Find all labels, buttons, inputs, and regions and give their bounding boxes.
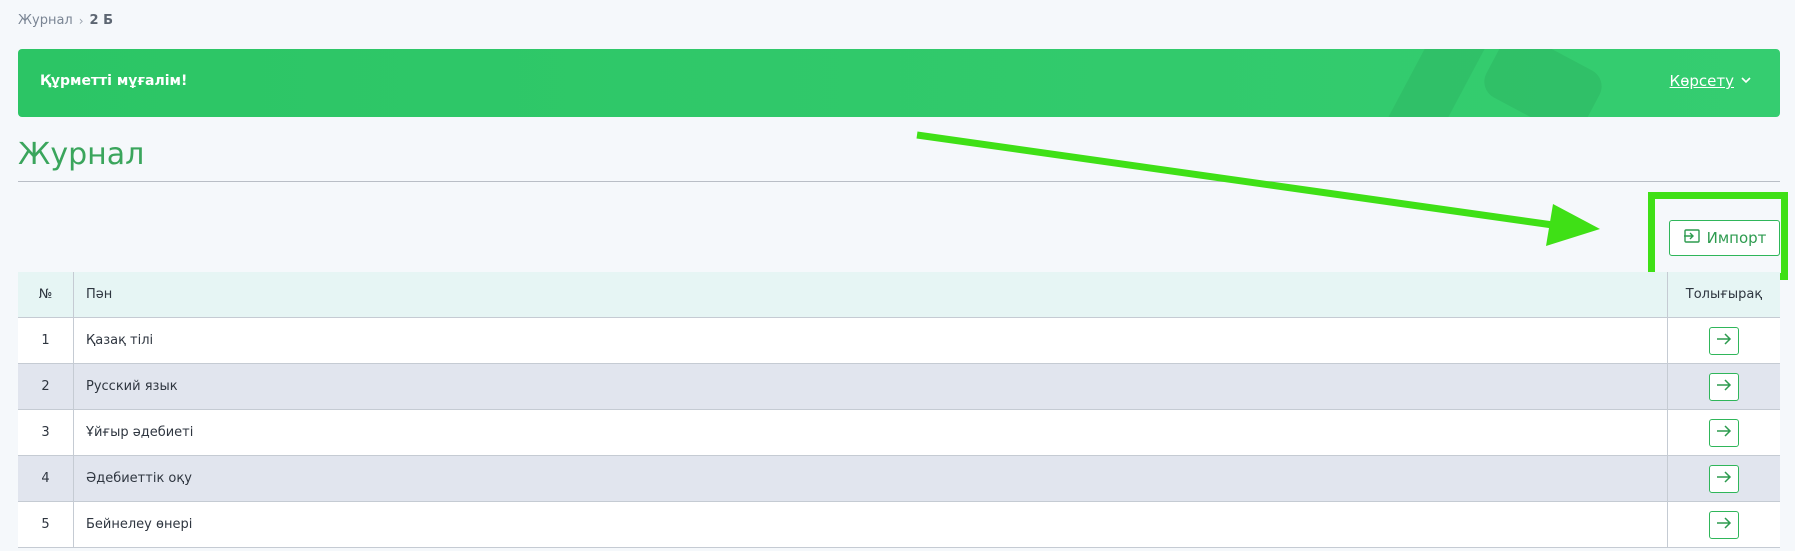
row-number: 5 bbox=[18, 501, 74, 548]
column-header-number: № bbox=[18, 272, 74, 318]
breadcrumb-root-link[interactable]: Журнал bbox=[18, 13, 73, 28]
table-row: 4 Әдебиеттік оқу bbox=[18, 455, 1780, 502]
row-number: 1 bbox=[18, 317, 74, 364]
chevron-down-icon bbox=[1740, 72, 1752, 90]
banner-title: Құрметті мұғалім! bbox=[40, 73, 188, 89]
title-divider bbox=[18, 181, 1780, 182]
breadcrumb-separator-icon: › bbox=[78, 13, 84, 28]
journal-table: № Пән Толығырақ 1 Қазақ тілі 2 Русский я… bbox=[18, 272, 1780, 548]
page-title: Журнал bbox=[18, 137, 145, 172]
notice-banner: Құрметті мұғалім! Көрсету bbox=[18, 49, 1780, 117]
breadcrumb-current: 2 Б bbox=[89, 13, 114, 28]
banner-show-toggle[interactable]: Көрсету bbox=[1670, 72, 1752, 90]
row-subject: Бейнелеу өнері bbox=[73, 501, 1668, 548]
open-details-button[interactable] bbox=[1709, 464, 1739, 493]
column-header-subject: Пән bbox=[73, 272, 1668, 318]
table-row: 2 Русский язык bbox=[18, 363, 1780, 410]
table-row: 5 Бейнелеу өнері bbox=[18, 501, 1780, 548]
row-subject: Әдебиеттік оқу bbox=[73, 455, 1668, 502]
arrow-right-icon bbox=[1716, 378, 1732, 396]
arrow-right-icon bbox=[1716, 470, 1732, 488]
import-button[interactable]: Импорт bbox=[1669, 220, 1780, 256]
row-subject: Русский язык bbox=[73, 363, 1668, 410]
row-subject: Ұйғыр әдебиеті bbox=[73, 409, 1668, 456]
import-icon bbox=[1683, 228, 1701, 248]
banner-decoration bbox=[1360, 49, 1496, 117]
breadcrumb: Журнал › 2 Б bbox=[18, 13, 113, 28]
arrow-right-icon bbox=[1716, 516, 1732, 534]
open-details-button[interactable] bbox=[1709, 418, 1739, 447]
table-row: 3 Ұйғыр әдебиеті bbox=[18, 409, 1780, 456]
column-header-details: Толығырақ bbox=[1667, 272, 1780, 318]
arrow-right-icon bbox=[1716, 332, 1732, 350]
banner-show-label: Көрсету bbox=[1669, 72, 1734, 90]
table-row: 1 Қазақ тілі bbox=[18, 317, 1780, 364]
open-details-button[interactable] bbox=[1709, 510, 1739, 539]
row-number: 2 bbox=[18, 363, 74, 410]
row-subject: Қазақ тілі bbox=[73, 317, 1668, 364]
row-number: 3 bbox=[18, 409, 74, 456]
import-button-label: Импорт bbox=[1706, 229, 1767, 247]
open-details-button[interactable] bbox=[1709, 326, 1739, 355]
table-header-row: № Пән Толығырақ bbox=[18, 272, 1780, 318]
open-details-button[interactable] bbox=[1709, 372, 1739, 401]
banner-decoration bbox=[1478, 49, 1608, 117]
arrow-right-icon bbox=[1716, 424, 1732, 442]
row-number: 4 bbox=[18, 455, 74, 502]
